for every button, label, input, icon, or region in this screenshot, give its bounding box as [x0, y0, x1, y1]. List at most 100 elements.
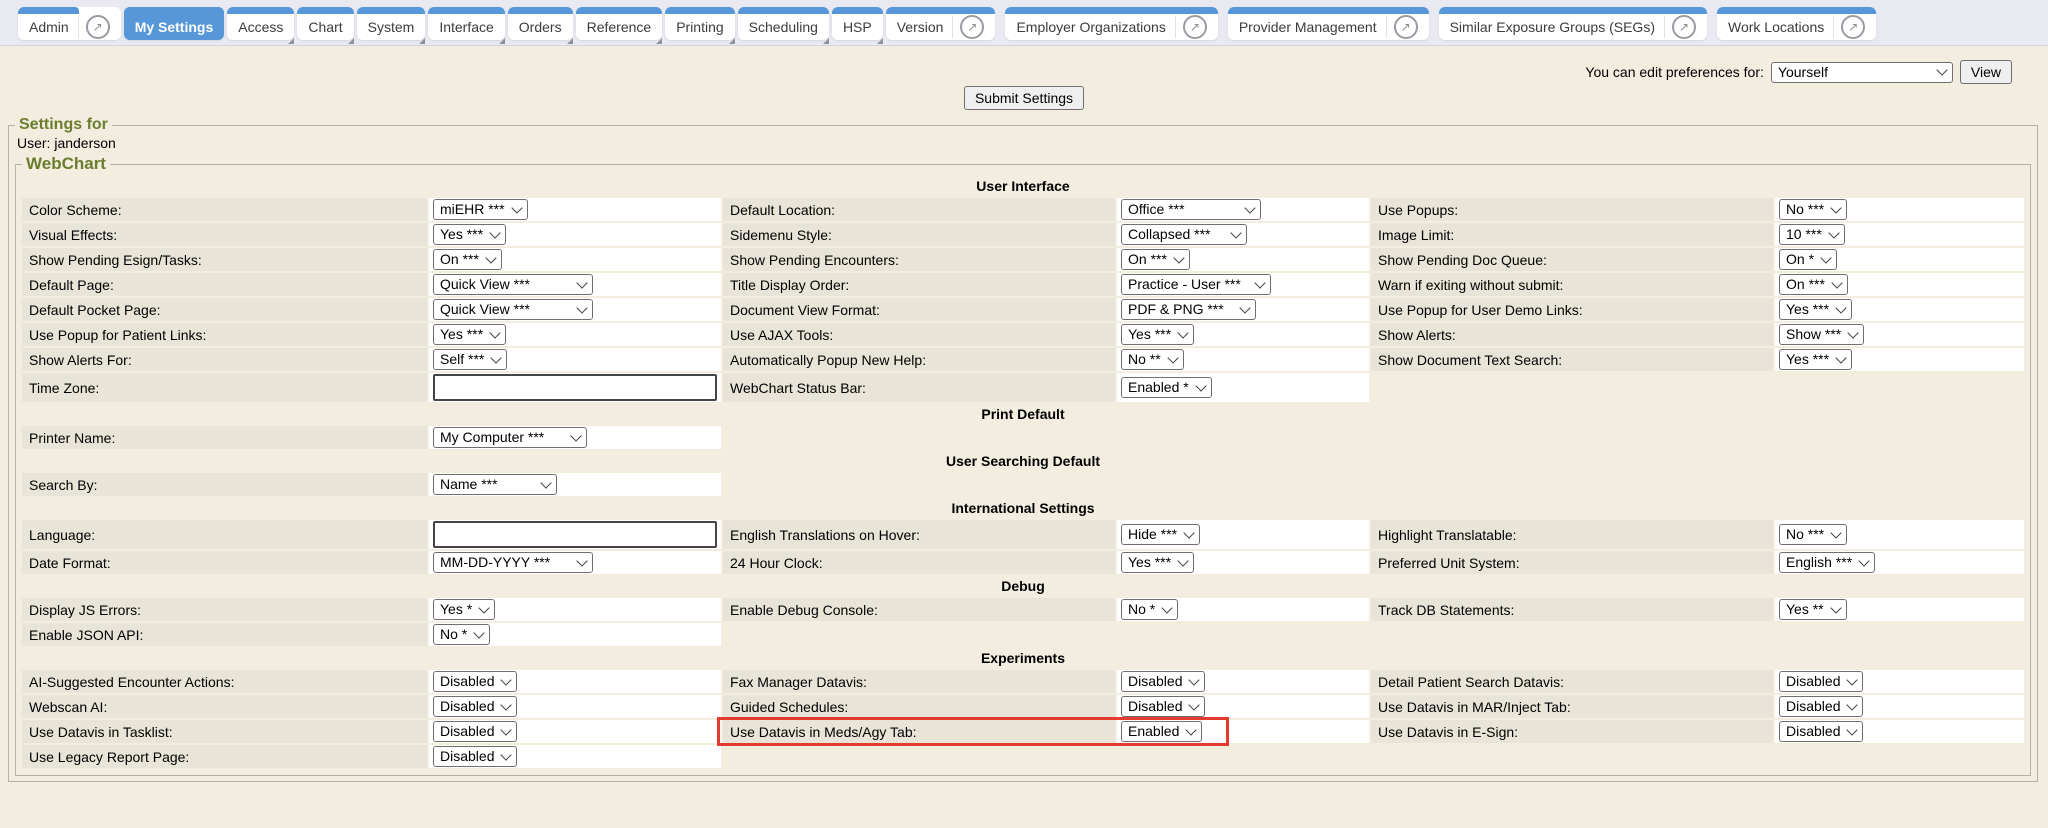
- select-sidemenu-style[interactable]: Collapsed ***: [1121, 224, 1247, 245]
- field-label-webchart-status-bar: WebChart Status Bar:: [723, 373, 1115, 402]
- select-use-datavis-in-mar-inject-tab[interactable]: Disabled: [1779, 696, 1863, 717]
- field-value-cell: Disabled: [1775, 670, 2024, 693]
- select-show-pending-doc-queue[interactable]: On *: [1779, 249, 1837, 270]
- empty-cell: [1371, 426, 1773, 449]
- select-document-view-format[interactable]: PDF & PNG ***: [1121, 299, 1256, 320]
- field-value-cell: No ***: [1775, 198, 2024, 221]
- field-label-use-popups: Use Popups:: [1371, 198, 1773, 221]
- tab-similar-exposure-groups-segs[interactable]: Similar Exposure Groups (SEGs): [1439, 7, 1707, 40]
- select-default-location[interactable]: Office ***: [1121, 199, 1261, 220]
- user-line: User: janderson: [17, 135, 2033, 151]
- select-value: No ***: [1786, 526, 1824, 542]
- tab-label: Orders: [519, 19, 562, 35]
- select-show-alerts[interactable]: Show ***: [1779, 324, 1864, 345]
- field-label-automatically-popup-new-help: Automatically Popup New Help:: [723, 348, 1115, 371]
- field-label-text: Default Location:: [730, 202, 835, 218]
- select-search-by[interactable]: Name ***: [433, 474, 557, 495]
- tab-printing[interactable]: Printing: [665, 7, 734, 40]
- select-default-page[interactable]: Quick View ***: [433, 274, 593, 295]
- tab-admin[interactable]: Admin: [18, 7, 121, 40]
- chevron-down-icon: [1847, 699, 1858, 710]
- select-fax-manager-datavis[interactable]: Disabled: [1121, 671, 1205, 692]
- tab-label: System: [368, 19, 415, 35]
- tab-divider: [78, 16, 79, 38]
- select-show-pending-esign-tasks[interactable]: On ***: [433, 249, 502, 270]
- field-label-text: Image Limit:: [1378, 227, 1454, 243]
- tab-work-locations[interactable]: Work Locations: [1717, 7, 1876, 40]
- popup-arrow-icon[interactable]: [1394, 15, 1418, 39]
- select-ai-suggested-encounter-actions[interactable]: Disabled: [433, 671, 517, 692]
- chevron-down-icon: [1830, 527, 1841, 538]
- select-24-hour-clock[interactable]: Yes ***: [1121, 552, 1194, 573]
- tab-reference[interactable]: Reference: [576, 7, 663, 40]
- tab-label: HSP: [843, 19, 872, 35]
- tab-accent-bar: [297, 7, 353, 14]
- select-show-pending-encounters[interactable]: On ***: [1121, 249, 1190, 270]
- select-image-limit[interactable]: 10 ***: [1779, 224, 1845, 245]
- select-detail-patient-search-datavis[interactable]: Disabled: [1779, 671, 1863, 692]
- popup-arrow-icon[interactable]: [1183, 15, 1207, 39]
- tab-scheduling[interactable]: Scheduling: [738, 7, 829, 40]
- select-use-popup-for-patient-links[interactable]: Yes ***: [433, 324, 506, 345]
- field-label-text: Use Datavis in MAR/Inject Tab:: [1378, 699, 1571, 715]
- select-value: On ***: [1128, 251, 1167, 267]
- select-automatically-popup-new-help[interactable]: No **: [1121, 349, 1184, 370]
- field-label-text: Automatically Popup New Help:: [730, 352, 926, 368]
- select-title-display-order[interactable]: Practice - User ***: [1121, 274, 1271, 295]
- tab-label: Work Locations: [1728, 19, 1824, 35]
- select-default-pocket-page[interactable]: Quick View ***: [433, 299, 593, 320]
- select-enable-json-api[interactable]: No *: [433, 624, 490, 645]
- select-webchart-status-bar[interactable]: Enabled *: [1121, 377, 1212, 398]
- select-display-js-errors[interactable]: Yes *: [433, 599, 495, 620]
- tab-system[interactable]: System: [357, 7, 426, 40]
- field-label-sidemenu-style: Sidemenu Style:: [723, 223, 1115, 246]
- select-date-format[interactable]: MM-DD-YYYY ***: [433, 552, 593, 573]
- select-show-alerts-for[interactable]: Self ***: [433, 349, 507, 370]
- select-preferred-unit-system[interactable]: English ***: [1779, 552, 1875, 573]
- view-button[interactable]: View: [1960, 60, 2012, 84]
- select-printer-name[interactable]: My Computer ***: [433, 427, 587, 448]
- select-value: MM-DD-YYYY ***: [440, 554, 550, 570]
- tab-access[interactable]: Access: [227, 7, 294, 40]
- field-label-use-popup-for-patient-links: Use Popup for Patient Links:: [22, 323, 427, 346]
- select-use-datavis-in-e-sign[interactable]: Disabled: [1779, 721, 1863, 742]
- prefs-select[interactable]: Yourself: [1771, 62, 1953, 83]
- tab-orders[interactable]: Orders: [508, 7, 573, 40]
- select-highlight-translatable[interactable]: No ***: [1779, 524, 1847, 545]
- chevron-down-icon: [489, 227, 500, 238]
- input-language[interactable]: [433, 521, 717, 548]
- select-use-legacy-report-page[interactable]: Disabled: [433, 746, 517, 767]
- select-value: Hide ***: [1128, 526, 1177, 542]
- tab-employer-organizations[interactable]: Employer Organizations: [1005, 7, 1217, 40]
- popup-arrow-icon[interactable]: [1672, 15, 1696, 39]
- settings-row: Use Legacy Report Page:Disabled: [22, 745, 2024, 768]
- select-track-db-statements[interactable]: Yes **: [1779, 599, 1847, 620]
- tab-provider-management[interactable]: Provider Management: [1228, 7, 1429, 40]
- select-enable-debug-console[interactable]: No *: [1121, 599, 1178, 620]
- popup-arrow-icon[interactable]: [960, 15, 984, 39]
- select-color-scheme[interactable]: miEHR ***: [433, 199, 528, 220]
- chevron-down-icon: [485, 252, 496, 263]
- field-value-cell: On ***: [1117, 248, 1369, 271]
- submit-settings-button[interactable]: Submit Settings: [964, 86, 1084, 110]
- select-use-popup-for-user-demo-links[interactable]: Yes ***: [1779, 299, 1852, 320]
- select-guided-schedules[interactable]: Disabled: [1121, 696, 1205, 717]
- select-webscan-ai[interactable]: Disabled: [433, 696, 517, 717]
- select-show-document-text-search[interactable]: Yes ***: [1779, 349, 1852, 370]
- input-time-zone[interactable]: [433, 374, 717, 401]
- select-use-datavis-in-meds-agy-tab[interactable]: Enabled: [1121, 721, 1202, 742]
- popup-arrow-icon[interactable]: [1841, 15, 1865, 39]
- settings-row: Use Datavis in Tasklist:DisabledUse Data…: [22, 720, 2024, 743]
- select-use-popups[interactable]: No ***: [1779, 199, 1847, 220]
- tab-hsp[interactable]: HSP: [832, 7, 883, 40]
- popup-arrow-icon[interactable]: [86, 15, 110, 39]
- select-visual-effects[interactable]: Yes ***: [433, 224, 506, 245]
- tab-my-settings[interactable]: My Settings: [124, 7, 225, 40]
- tab-interface[interactable]: Interface: [428, 7, 504, 40]
- select-warn-if-exiting-without-submit[interactable]: On ***: [1779, 274, 1848, 295]
- tab-version[interactable]: Version: [886, 7, 996, 40]
- tab-chart[interactable]: Chart: [297, 7, 353, 40]
- select-use-ajax-tools[interactable]: Yes ***: [1121, 324, 1194, 345]
- select-english-translations-on-hover[interactable]: Hide ***: [1121, 524, 1200, 545]
- select-use-datavis-in-tasklist[interactable]: Disabled: [433, 721, 517, 742]
